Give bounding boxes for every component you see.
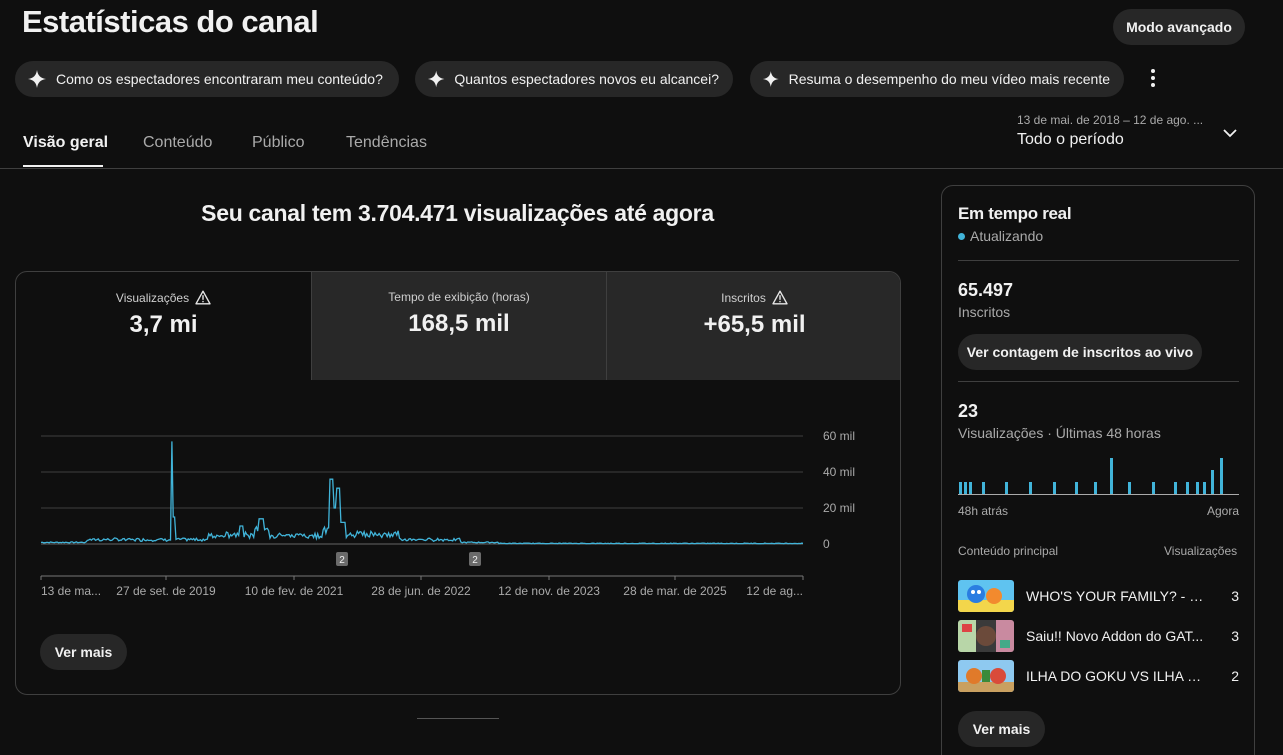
- divider: [958, 381, 1239, 382]
- realtime-bar: [1220, 458, 1223, 494]
- video-title: WHO'S YOUR FAMILY? - FIL...: [1026, 588, 1206, 604]
- overview-headline: Seu canal tem 3.704.471 visualizações at…: [201, 200, 714, 226]
- y-tick-label: 0: [823, 537, 830, 551]
- realtime-bar: [1174, 482, 1177, 494]
- top-content-header: Conteúdo principal: [958, 544, 1059, 558]
- tab-audience[interactable]: Público: [252, 134, 304, 152]
- x-tick-label: 27 de set. de 2019: [116, 584, 216, 598]
- suggestion-chip-new-viewers[interactable]: Quantos espectadores novos eu alcancei?: [415, 61, 733, 97]
- realtime-bar-chart[interactable]: [958, 456, 1239, 498]
- y-tick-label: 20 mil: [823, 501, 855, 515]
- realtime-bar: [1203, 482, 1206, 494]
- x-tick-label: 12 de ag...: [746, 584, 803, 598]
- active-tab-indicator: [23, 165, 103, 167]
- x-tick-label: 28 de jun. de 2022: [371, 584, 471, 598]
- suggestion-chip-latest-video[interactable]: Resuma o desempenho do meu vídeo mais re…: [750, 61, 1124, 97]
- chip-label: Como os espectadores encontraram meu con…: [56, 71, 383, 87]
- realtime-bar: [1053, 482, 1056, 494]
- date-range-text: 13 de mai. de 2018 – 12 de ago. ...: [1017, 113, 1204, 127]
- realtime-status: Atualizando: [958, 228, 1043, 244]
- realtime-bar: [1196, 482, 1199, 494]
- axis-start-label: 48h atrás: [958, 504, 1009, 518]
- realtime-bar: [1110, 458, 1113, 494]
- views-line-chart[interactable]: 60 mil 40 mil 20 mil 0 13 de ma... 27 de set.…: [16, 272, 901, 695]
- live-subscriber-count-button[interactable]: Ver contagem de inscritos ao vivo: [958, 334, 1202, 370]
- realtime-bar: [959, 482, 962, 494]
- views-series-line: [40, 441, 804, 545]
- video-title: ILHA DO GOKU VS ILHA DO...: [1026, 668, 1206, 684]
- divider: [958, 260, 1239, 261]
- suggestion-chip-discovery[interactable]: Como os espectadores encontraram meu con…: [15, 61, 399, 97]
- video-views: 3: [1231, 588, 1239, 604]
- video-thumbnail: [958, 660, 1014, 692]
- tab-content[interactable]: Conteúdo: [143, 134, 212, 152]
- sparkle-icon: [28, 70, 46, 88]
- realtime-bar: [1029, 482, 1032, 494]
- date-range-selector[interactable]: 13 de mai. de 2018 – 12 de ago. ... Todo…: [1017, 113, 1247, 149]
- top-content-row[interactable]: ILHA DO GOKU VS ILHA DO... 2: [958, 660, 1239, 692]
- realtime-bar: [1186, 482, 1189, 494]
- realtime-bar: [1211, 470, 1214, 494]
- page-title: Estatísticas do canal: [22, 4, 319, 39]
- realtime-panel: Em tempo real Atualizando 65.497 Inscrit…: [941, 185, 1255, 755]
- y-tick-label: 40 mil: [823, 465, 855, 479]
- live-dot-icon: [958, 232, 965, 240]
- top-content-row[interactable]: WHO'S YOUR FAMILY? - FIL... 3: [958, 580, 1239, 612]
- realtime-bar: [964, 482, 967, 494]
- realtime-bar: [1075, 482, 1078, 494]
- views-column-header: Visualizações: [1164, 544, 1238, 558]
- x-tick-label: 28 de mar. de 2025: [623, 584, 727, 598]
- date-period-text: Todo o período: [1017, 131, 1124, 148]
- realtime-title: Em tempo real: [958, 204, 1072, 223]
- advanced-mode-button[interactable]: Modo avançado: [1113, 9, 1245, 45]
- realtime-views-count: 23: [958, 401, 979, 421]
- realtime-status-text: Atualizando: [970, 228, 1044, 244]
- sparkle-icon: [762, 71, 779, 87]
- top-content-row[interactable]: Saiu!! Novo Addon do GAT... 3: [958, 620, 1239, 652]
- realtime-bar: [969, 482, 972, 494]
- carousel-indicator: [417, 718, 499, 719]
- subscribers-count: 65.497: [958, 280, 1014, 300]
- see-more-button[interactable]: Ver mais: [40, 634, 127, 670]
- chip-label: Resuma o desempenho do meu vídeo mais re…: [788, 71, 1110, 87]
- tab-trends[interactable]: Tendências: [346, 134, 427, 152]
- chip-label: Quantos espectadores novos eu alcancei?: [454, 71, 719, 87]
- more-vert-icon: [1151, 69, 1155, 87]
- header-divider: [0, 168, 1283, 169]
- annotation-label: 2: [472, 555, 478, 566]
- annotation-label: 2: [339, 555, 345, 566]
- realtime-bar: [1005, 482, 1008, 494]
- x-tick-label: 10 de fev. de 2021: [245, 584, 344, 598]
- video-thumbnail: [958, 620, 1014, 652]
- overview-card: Visualizações 3,7 mi Tempo de exibição (…: [15, 271, 901, 695]
- y-tick-label: 60 mil: [823, 429, 855, 443]
- video-views: 2: [1231, 668, 1239, 684]
- video-thumbnail: [958, 580, 1014, 612]
- x-tick-label: 13 de ma...: [41, 584, 101, 598]
- more-options-button[interactable]: [1141, 64, 1165, 92]
- video-title: Saiu!! Novo Addon do GAT...: [1026, 628, 1204, 644]
- axis-end-label: Agora: [1207, 504, 1240, 518]
- realtime-views-label: Visualizações · Últimas 48 horas: [958, 425, 1161, 441]
- realtime-bar: [982, 482, 985, 494]
- x-tick-label: 12 de nov. de 2023: [498, 584, 600, 598]
- sparkle-icon: [427, 70, 445, 88]
- chevron-down-icon: [1223, 129, 1237, 138]
- tab-overview[interactable]: Visão geral: [23, 134, 108, 152]
- realtime-bar: [1094, 482, 1097, 494]
- realtime-bar: [1152, 482, 1155, 494]
- subscribers-label: Inscritos: [958, 304, 1011, 320]
- video-views: 3: [1231, 628, 1239, 644]
- realtime-see-more-button[interactable]: Ver mais: [958, 711, 1045, 747]
- realtime-bar: [1128, 482, 1131, 494]
